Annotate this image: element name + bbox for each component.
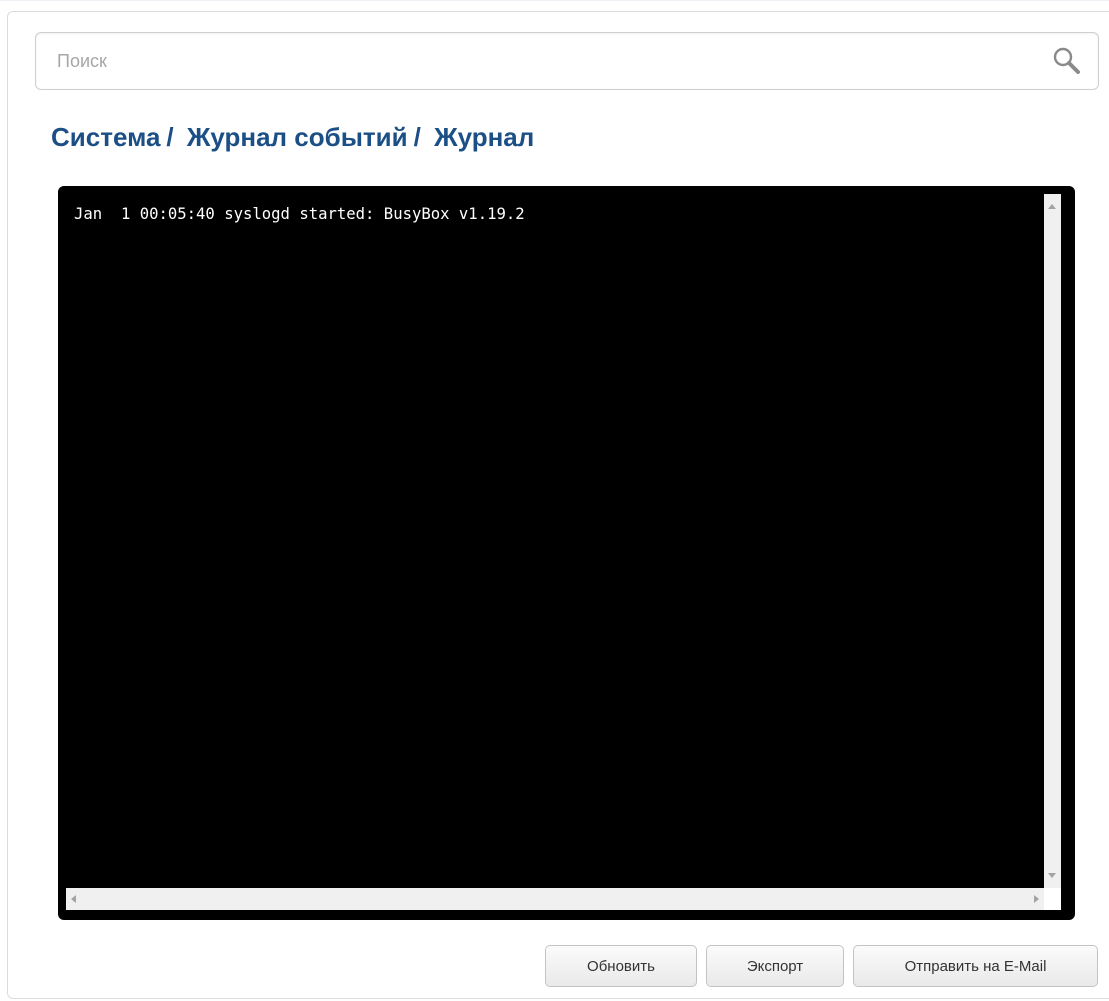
breadcrumb-separator: / [413, 122, 421, 152]
refresh-button[interactable]: Обновить [545, 945, 697, 987]
log-viewer[interactable]: Jan 1 00:05:40 syslogd started: BusyBox … [58, 186, 1075, 920]
scroll-up-arrow-icon[interactable] [1048, 204, 1056, 209]
vertical-scrollbar[interactable] [1044, 194, 1061, 888]
breadcrumb-item-log: Журнал [434, 122, 535, 152]
scroll-left-arrow-icon[interactable] [71, 895, 76, 903]
search-icon[interactable] [1050, 44, 1084, 78]
breadcrumb-separator: / [166, 122, 174, 152]
scroll-right-arrow-icon[interactable] [1034, 895, 1039, 903]
breadcrumb-item-system[interactable]: Система [51, 122, 160, 152]
top-divider [0, 0, 1109, 1]
log-line: Jan 1 00:05:40 syslogd started: BusyBox … [74, 205, 525, 223]
send-email-button[interactable]: Отправить на E-Mail [853, 945, 1098, 987]
scroll-down-arrow-icon[interactable] [1048, 873, 1056, 878]
horizontal-scrollbar[interactable] [66, 888, 1044, 910]
search-box [35, 32, 1099, 90]
search-input[interactable] [36, 33, 1098, 89]
breadcrumb: Система / Журнал событий / Журнал [51, 122, 534, 156]
breadcrumb-item-event-log[interactable]: Журнал событий [187, 122, 408, 152]
export-button[interactable]: Экспорт [706, 945, 844, 987]
scrollbar-corner [1044, 888, 1061, 910]
